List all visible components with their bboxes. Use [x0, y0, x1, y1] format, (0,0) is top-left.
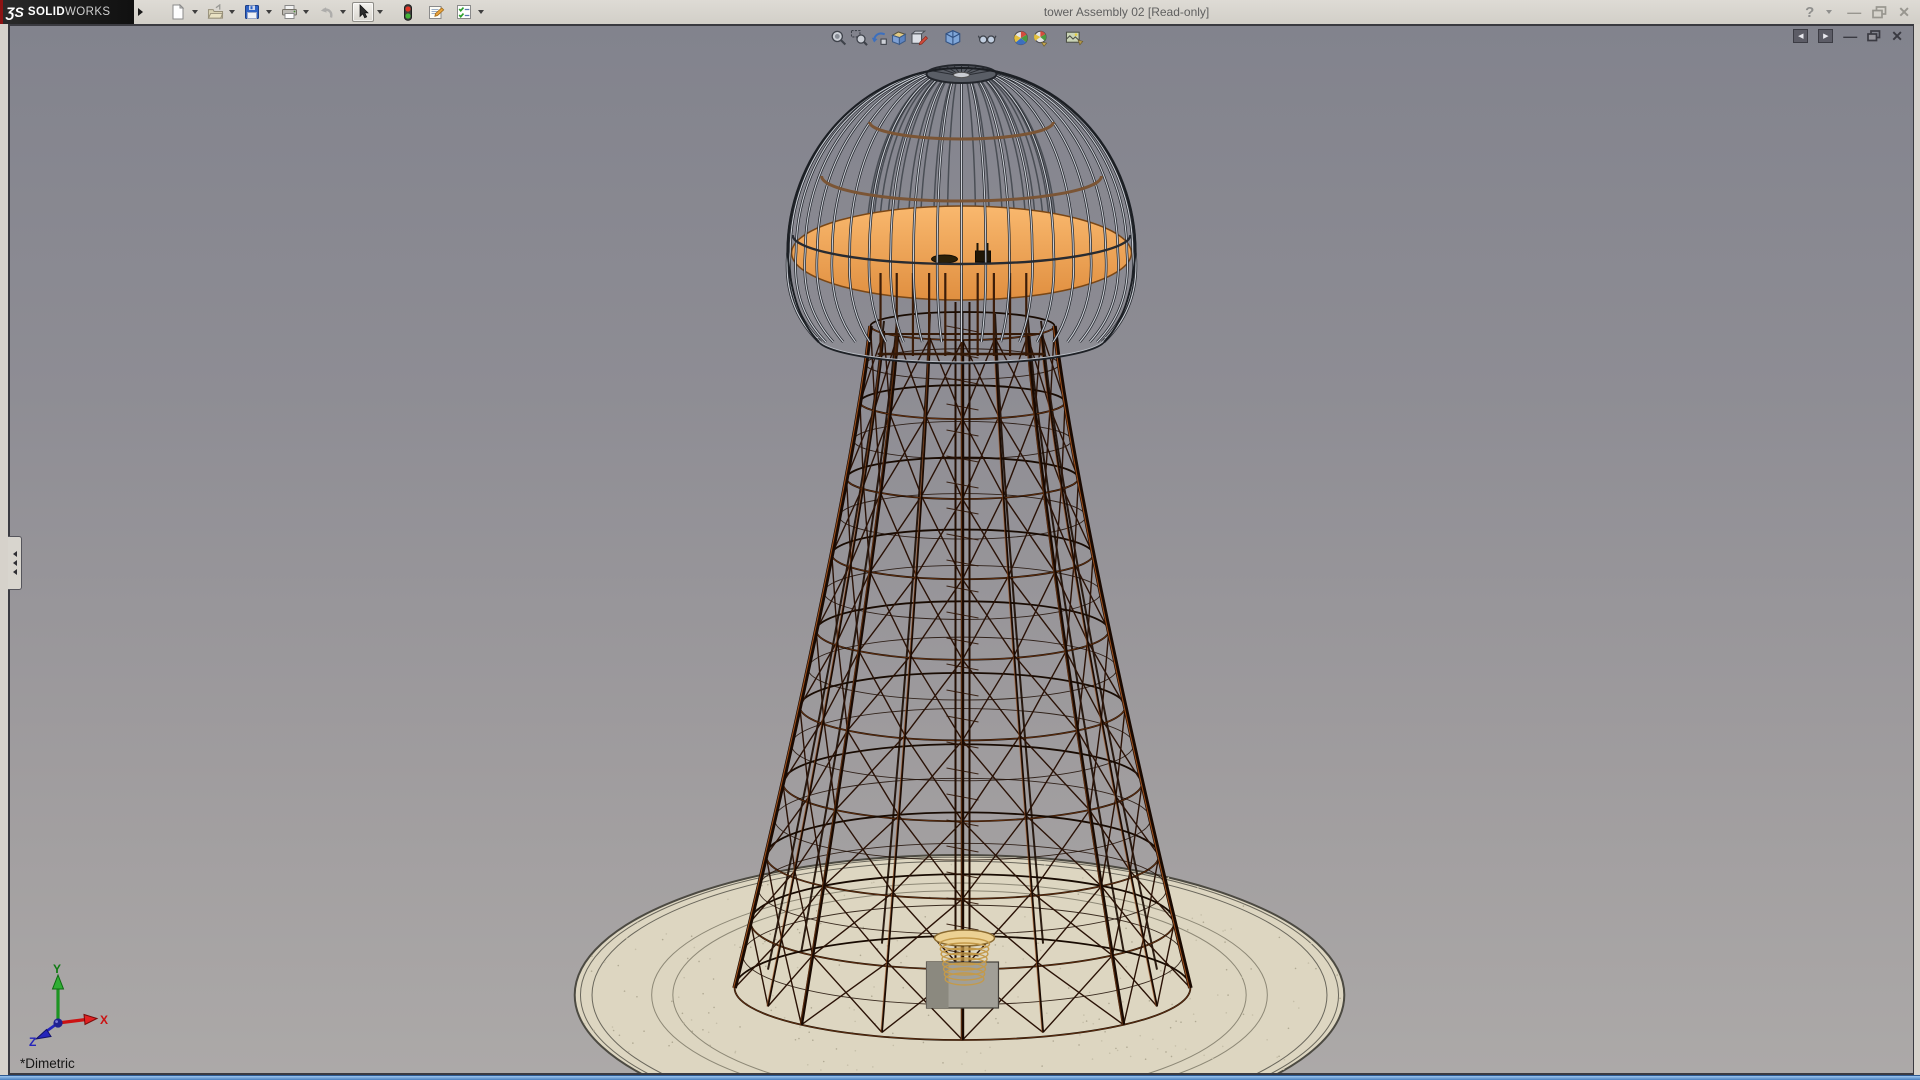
feature-manager-collapsed-tab[interactable]	[8, 536, 22, 590]
close-button[interactable]: ✕	[1898, 4, 1910, 21]
document-window-controls: ◀ ▶ — ✕	[1793, 29, 1903, 43]
help-button[interactable]: ?	[1805, 4, 1814, 21]
solidworks-logo: ƷS SOLIDWORKS	[0, 0, 134, 24]
triad-y-label: Y	[53, 963, 61, 976]
rebuild-button[interactable]	[397, 2, 419, 22]
options-icon	[456, 4, 472, 20]
menu-flyout-arrow[interactable]	[138, 8, 143, 16]
options-dropdown[interactable]	[478, 10, 484, 14]
view-settings-icon	[1065, 29, 1084, 47]
3d-drawing-view-icon	[909, 29, 927, 47]
tower-dome	[787, 65, 1136, 363]
edit-appearance-button[interactable]	[1010, 28, 1030, 48]
save-icon	[244, 4, 260, 20]
previous-window-button[interactable]: ◀	[1793, 29, 1808, 43]
doc-minimize-button[interactable]: —	[1843, 29, 1857, 43]
open-document-button[interactable]	[204, 2, 226, 22]
edit-appearance-icon	[1011, 29, 1029, 47]
window-title: tower Assembly 02 [Read-only]	[488, 5, 1805, 19]
hide-show-items-button[interactable]	[976, 28, 996, 48]
doc-restore-button[interactable]	[1867, 30, 1881, 42]
3d-drawing-view-button[interactable]	[908, 28, 928, 48]
restore-icon	[1872, 6, 1887, 19]
new-document-button[interactable]	[167, 2, 189, 22]
display-style-icon	[943, 29, 961, 47]
apply-scene-icon	[1031, 29, 1049, 47]
standard-toolbar	[167, 2, 488, 22]
model-scene[interactable]	[10, 26, 1913, 1073]
zoom-to-fit-button[interactable]	[828, 28, 848, 48]
taskbar-edge	[0, 1075, 1920, 1080]
new-dropdown[interactable]	[192, 10, 198, 14]
minimize-button[interactable]: —	[1847, 4, 1861, 20]
undo-dropdown[interactable]	[340, 10, 346, 14]
doc-close-button[interactable]: ✕	[1891, 29, 1903, 43]
section-view-button[interactable]	[888, 28, 908, 48]
titlebar-controls: ? — ✕	[1805, 4, 1920, 21]
previous-view-icon	[869, 29, 887, 47]
save-dropdown[interactable]	[266, 10, 272, 14]
orientation-triad: Y X Z	[24, 963, 116, 1047]
triad-x-label: X	[100, 1013, 108, 1027]
graphics-viewport[interactable]: ◀ ▶ — ✕ Y X Z *Dimetric	[8, 24, 1914, 1075]
next-window-button[interactable]: ▶	[1818, 29, 1833, 43]
ds-logo-glyph: ƷS	[6, 4, 24, 20]
collapse-arrow-icon	[13, 551, 17, 557]
print-icon	[281, 4, 298, 20]
undo-icon	[318, 4, 335, 20]
print-button[interactable]	[278, 2, 300, 22]
help-dropdown[interactable]	[1826, 10, 1832, 14]
file-properties-button[interactable]	[425, 2, 447, 22]
collapse-arrow-icon	[13, 560, 17, 566]
select-cursor-icon	[356, 4, 370, 20]
print-dropdown[interactable]	[303, 10, 309, 14]
display-style-button[interactable]	[942, 28, 962, 48]
brand-solid: SOLID	[28, 6, 65, 18]
open-dropdown[interactable]	[229, 10, 235, 14]
view-orientation-label: *Dimetric	[20, 1056, 75, 1071]
titlebar: ƷS SOLIDWORKS	[0, 0, 1920, 24]
restore-button[interactable]	[1872, 6, 1887, 19]
select-button[interactable]	[352, 2, 374, 22]
heads-up-view-toolbar	[828, 28, 1084, 48]
undo-button[interactable]	[315, 2, 337, 22]
save-button[interactable]	[241, 2, 263, 22]
options-button[interactable]	[453, 2, 475, 22]
hide-show-items-icon	[976, 29, 996, 47]
select-dropdown[interactable]	[377, 10, 383, 14]
brand-works: WORKS	[65, 6, 110, 18]
zoom-to-area-icon	[849, 29, 867, 47]
rebuild-traffic-light-icon	[402, 4, 414, 21]
collapse-arrow-icon	[13, 569, 17, 575]
zoom-to-fit-icon	[829, 29, 847, 47]
open-document-icon	[207, 4, 224, 20]
apply-scene-button[interactable]	[1030, 28, 1050, 48]
zoom-to-area-button[interactable]	[848, 28, 868, 48]
section-view-icon	[889, 29, 907, 47]
view-settings-button[interactable]	[1064, 28, 1084, 48]
file-properties-icon	[428, 4, 445, 20]
new-document-icon	[170, 4, 186, 20]
doc-restore-icon	[1867, 30, 1881, 42]
previous-view-button[interactable]	[868, 28, 888, 48]
triad-z-label: Z	[29, 1035, 36, 1047]
